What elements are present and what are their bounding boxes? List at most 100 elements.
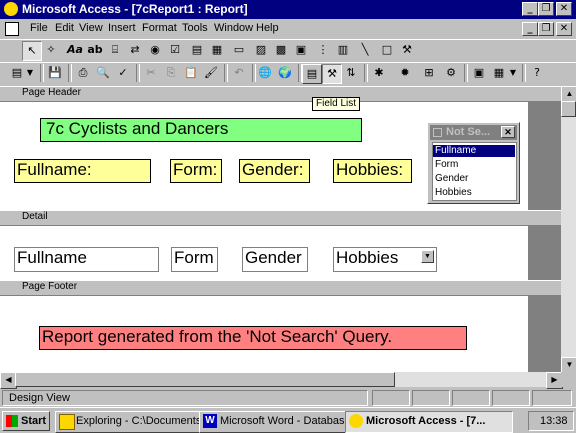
gender-label[interactable]: Gender:	[239, 159, 310, 183]
control-wizards-icon[interactable]: ✧	[42, 41, 60, 59]
combo-dropdown-icon[interactable]: ▼	[421, 250, 434, 263]
command-button-icon[interactable]: ▭	[230, 41, 248, 59]
textbox-tool-icon[interactable]: ab	[86, 41, 104, 59]
menu-bar: File Edit View Insert Format Tools Windo…	[0, 19, 576, 39]
doc-minimize-button[interactable]: _	[522, 22, 538, 36]
task-word[interactable]: W Microsoft Word - Database...	[199, 411, 363, 433]
save-icon[interactable]: 💾	[46, 64, 64, 82]
list-box-icon[interactable]: ▦	[208, 41, 226, 59]
subform-icon[interactable]: ▥	[334, 41, 352, 59]
menu-help[interactable]: Help	[256, 22, 279, 34]
status-bar: Design View	[0, 389, 576, 407]
option-button-icon[interactable]: ◉	[146, 41, 164, 59]
close-button[interactable]: ✕	[556, 2, 572, 16]
horizontal-scroll-thumb[interactable]	[15, 372, 395, 387]
access-key-icon[interactable]	[4, 2, 18, 16]
task-exploring[interactable]: Exploring - C:\Documents	[55, 411, 217, 433]
image-tool-icon[interactable]: ▨	[252, 41, 270, 59]
field-list-item[interactable]: Gender	[433, 173, 515, 185]
minimize-button[interactable]: _	[522, 2, 538, 16]
clock[interactable]: 13:38	[540, 415, 568, 427]
menu-tools[interactable]: Tools	[182, 22, 208, 34]
section-page-header: Page Header	[22, 87, 81, 98]
horizontal-scrollbar[interactable]: ◀ ▶	[0, 372, 563, 389]
spelling-icon[interactable]: ✓	[114, 64, 132, 82]
page-footer-bar[interactable]: Page Footer	[0, 280, 561, 296]
format-painter-icon[interactable]: 🖌	[202, 64, 220, 82]
status-panel	[532, 390, 572, 406]
report-width-margin	[528, 224, 561, 280]
doc-restore-button[interactable]: ❐	[538, 22, 554, 36]
select-objects-icon[interactable]: ↖	[22, 41, 42, 61]
field-list-item[interactable]: Fullname	[433, 145, 515, 157]
more-controls-icon[interactable]: ⚒	[398, 41, 416, 59]
view-icon[interactable]: ▤	[8, 64, 26, 82]
document-icon[interactable]	[5, 22, 19, 36]
field-list-item[interactable]: Hobbies	[433, 187, 515, 199]
title-bar: Microsoft Access - [7cReport1 : Report] …	[0, 0, 576, 19]
properties-icon[interactable]: ⊞	[420, 64, 438, 82]
help-icon[interactable]: ?	[528, 64, 546, 82]
restore-button[interactable]: ❐	[538, 2, 554, 16]
web-toolbar-icon[interactable]: 🌍	[276, 64, 294, 82]
window-title: Microsoft Access - [7cReport1 : Report]	[22, 2, 248, 16]
unbound-frame-icon[interactable]: ▩	[272, 41, 290, 59]
combo-box-icon[interactable]: ▤	[188, 41, 206, 59]
sorting-grouping-icon[interactable]: ⇅	[342, 64, 360, 82]
field-list-titlebar[interactable]: Not Se... ✕	[430, 125, 517, 140]
page-break-icon[interactable]: ⋮	[314, 41, 332, 59]
field-list-item[interactable]: Form	[433, 159, 515, 171]
new-object-dropdown-icon[interactable]: ▼	[508, 64, 518, 82]
fullname-textbox[interactable]: Fullname	[14, 247, 159, 272]
new-object-icon[interactable]: ▦	[490, 64, 508, 82]
field-list-window[interactable]: Not Se... ✕ Fullname Form Gender Hobbies	[427, 122, 520, 204]
doc-close-button[interactable]: ✕	[556, 22, 572, 36]
task-label: Microsoft Access - [7...	[366, 415, 486, 427]
form-label[interactable]: Form:	[170, 159, 222, 183]
toolbox-toolbar: ↖ ✧ Aa ab ⌸ ⇄ ◉ ☑ ▤ ▦ ▭ ▨ ▩ ▣ ⋮ ▥ ╲ □ ⚒	[0, 39, 576, 61]
menu-insert[interactable]: Insert	[108, 22, 136, 34]
rectangle-tool-icon[interactable]: □	[378, 41, 396, 59]
print-icon[interactable]: ⎙	[74, 64, 92, 82]
bound-frame-icon[interactable]: ▣	[292, 41, 310, 59]
label-tool-icon[interactable]: Aa	[66, 41, 84, 59]
menu-edit[interactable]: Edit	[55, 22, 74, 34]
toggle-button-icon[interactable]: ⇄	[126, 41, 144, 59]
form-textbox[interactable]: Form	[171, 247, 218, 272]
vertical-scrollbar[interactable]: ▲ ▼	[561, 86, 576, 374]
menu-file[interactable]: File	[30, 22, 48, 34]
paste-icon[interactable]: 📋	[182, 64, 200, 82]
footer-label[interactable]: Report generated from the 'Not Search' Q…	[39, 326, 467, 350]
insert-hyperlink-icon[interactable]: 🌐	[256, 64, 274, 82]
menu-window[interactable]: Window	[214, 22, 253, 34]
status-text-panel: Design View	[2, 390, 368, 406]
fullname-label[interactable]: Fullname:	[14, 159, 151, 183]
code-icon[interactable]: ✹	[396, 64, 414, 82]
copy-icon[interactable]: ⎘	[162, 64, 180, 82]
hobbies-combobox[interactable]: Hobbies ▼	[333, 247, 437, 272]
undo-icon[interactable]: ↶	[230, 64, 248, 82]
menu-format[interactable]: Format	[142, 22, 177, 34]
toolbox-icon[interactable]: ⚒	[322, 64, 342, 84]
build-icon[interactable]: ⚙	[442, 64, 460, 82]
cut-icon[interactable]: ✂	[142, 64, 160, 82]
line-tool-icon[interactable]: ╲	[356, 41, 374, 59]
database-window-icon[interactable]: ▣	[470, 64, 488, 82]
title-label[interactable]: 7c Cyclists and Dancers	[40, 118, 362, 142]
field-list-icon[interactable]: ▤	[302, 64, 322, 84]
start-button[interactable]: Start	[2, 411, 50, 431]
autoformat-icon[interactable]: ✱	[370, 64, 388, 82]
hobbies-label[interactable]: Hobbies:	[333, 159, 412, 183]
windows-logo-icon	[6, 415, 18, 427]
check-box-icon[interactable]: ☑	[166, 41, 184, 59]
menu-view[interactable]: View	[79, 22, 103, 34]
view-dropdown-icon[interactable]: ▼	[25, 64, 35, 82]
field-list-close-button[interactable]: ✕	[501, 126, 515, 138]
gender-textbox[interactable]: Gender	[242, 247, 308, 272]
print-preview-icon[interactable]: 🔍	[94, 64, 112, 82]
vertical-scroll-thumb[interactable]	[561, 101, 576, 117]
detail-bar[interactable]: Detail	[0, 210, 561, 226]
task-access[interactable]: Microsoft Access - [7...	[345, 411, 513, 433]
option-group-icon[interactable]: ⌸	[106, 41, 124, 59]
page-header-bar[interactable]: Page Header	[0, 86, 561, 102]
